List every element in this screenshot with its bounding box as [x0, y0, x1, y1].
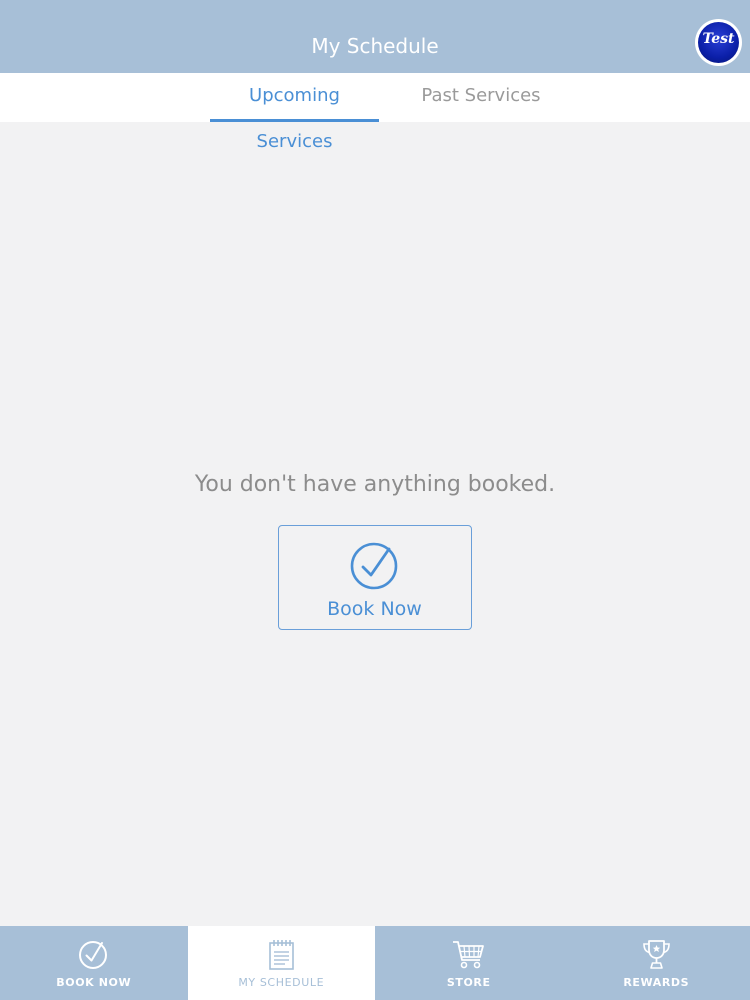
nav-item-store[interactable]: STORE [375, 926, 563, 1000]
nav-item-book-now[interactable]: BOOK NOW [0, 926, 188, 1000]
nav-label-store: STORE [446, 976, 491, 989]
nav-label-book-now: BOOK NOW [56, 976, 132, 989]
avatar[interactable]: Test [695, 19, 742, 66]
avatar-image: Test [698, 22, 739, 63]
nav-item-rewards[interactable]: REWARDS [563, 926, 750, 1000]
book-now-button[interactable]: Book Now [278, 525, 472, 630]
empty-state-message: You don't have anything booked. [194, 472, 556, 497]
app-root: My Schedule Test Upcoming Services Past … [0, 0, 750, 1000]
calendar-icon [268, 940, 294, 970]
nav-label-my-schedule: MY SCHEDULE [238, 976, 325, 989]
tab-bar: Upcoming Services Past Services [0, 73, 750, 152]
book-now-button-label: Book Now [327, 598, 422, 620]
check-circle-icon [79, 941, 107, 969]
tab-upcoming-services[interactable]: Upcoming Services [210, 73, 379, 152]
page-title: My Schedule [0, 0, 750, 73]
avatar-text: Test [702, 31, 735, 47]
tab-past-services[interactable]: Past Services [414, 73, 548, 122]
page-title-text: My Schedule [311, 34, 439, 58]
nav-item-my-schedule[interactable]: MY SCHEDULE [187, 926, 375, 1000]
trophy-icon [642, 940, 670, 969]
cart-icon [453, 941, 484, 969]
nav-label-rewards: REWARDS [623, 976, 690, 989]
bottom-navigation: BOOK NOW MY SCHEDULE STORE REWARDS [0, 926, 750, 1000]
check-circle-icon [350, 542, 398, 590]
header-bar: My Schedule Test [0, 0, 750, 73]
